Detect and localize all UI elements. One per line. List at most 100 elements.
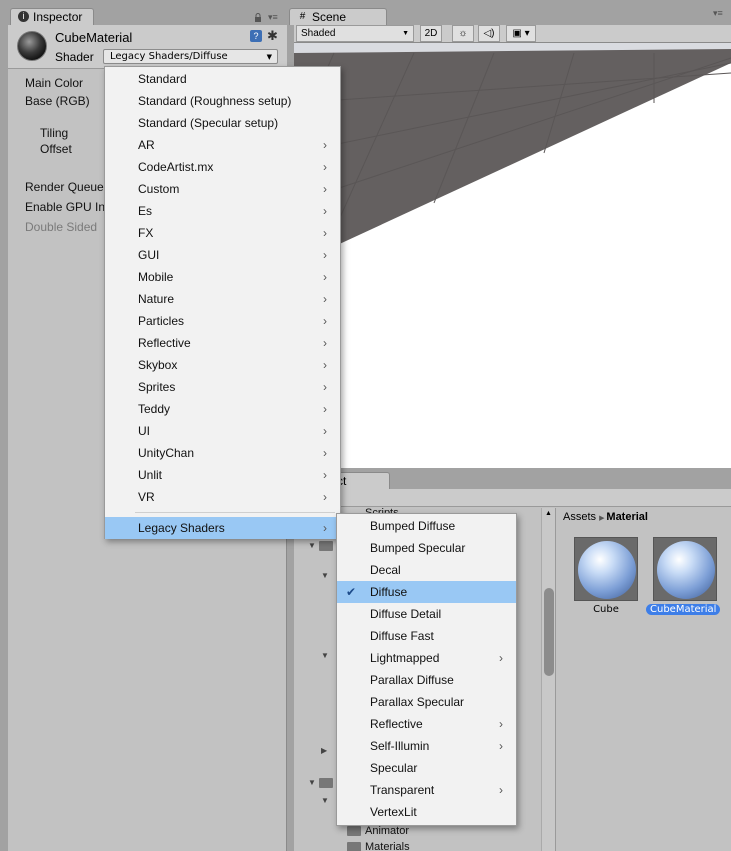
- material-sphere-preview: [578, 541, 636, 599]
- menu-item-custom[interactable]: Custom ›: [105, 178, 340, 200]
- grid-icon: #: [299, 11, 306, 22]
- submenu-item-label: Bumped Diffuse: [370, 519, 456, 533]
- menu-item-standard[interactable]: Standard: [105, 68, 340, 90]
- breadcrumb-assets[interactable]: Assets: [563, 511, 596, 523]
- expand-triangle-icon[interactable]: ▼: [321, 651, 329, 660]
- menu-item-codeartist-mx[interactable]: CodeArtist.mx ›: [105, 156, 340, 178]
- tree-item-materials[interactable]: Materials: [365, 841, 410, 851]
- menu-item-label: UI: [138, 424, 150, 438]
- material-sphere-preview: [657, 541, 715, 599]
- submenu-item-transparent[interactable]: Transparent ›: [337, 779, 516, 801]
- mode-2d-button[interactable]: 2D: [420, 25, 442, 42]
- tiling-label: Tiling: [40, 126, 69, 140]
- submenu-item-label: Parallax Specular: [370, 695, 465, 709]
- shading-mode-dropdown[interactable]: Shaded ▼: [296, 25, 414, 42]
- scrollbar-thumb[interactable]: [544, 588, 554, 676]
- menu-item-standard-roughness-setup[interactable]: Standard (Roughness setup): [105, 90, 340, 112]
- offset-label: Offset: [40, 142, 72, 156]
- tab-menu-icon[interactable]: ▾≡: [268, 12, 278, 23]
- chevron-right-icon: ›: [323, 314, 327, 328]
- menu-item-ui[interactable]: UI ›: [105, 420, 340, 442]
- menu-item-es[interactable]: Es ›: [105, 200, 340, 222]
- submenu-item-parallax-specular[interactable]: Parallax Specular: [337, 691, 516, 713]
- menu-item-sprites[interactable]: Sprites ›: [105, 376, 340, 398]
- tab-inspector-label: Inspector: [33, 10, 83, 24]
- expand-triangle-icon[interactable]: ▶: [321, 746, 327, 755]
- submenu-item-label: Reflective: [370, 717, 423, 731]
- submenu-item-diffuse-detail[interactable]: Diffuse Detail: [337, 603, 516, 625]
- chevron-right-icon: ›: [323, 270, 327, 284]
- expand-triangle-icon[interactable]: ▼: [308, 541, 316, 550]
- expand-triangle-icon[interactable]: ▼: [308, 778, 316, 787]
- info-icon: i: [18, 11, 29, 22]
- menu-item-unitychan[interactable]: UnityChan ›: [105, 442, 340, 464]
- submenu-item-label: VertexLit: [370, 805, 417, 819]
- menu-item-teddy[interactable]: Teddy ›: [105, 398, 340, 420]
- legacy-shaders-submenu: Bumped Diffuse Bumped Specular Decal ✔ Diffu…: [336, 513, 517, 826]
- project-tree-scrollbar[interactable]: ▲: [541, 508, 555, 851]
- expand-triangle-icon[interactable]: ▼: [321, 796, 329, 805]
- menu-item-skybox[interactable]: Skybox ›: [105, 354, 340, 376]
- submenu-item-label: Parallax Diffuse: [370, 673, 454, 687]
- effects-toggle-icon[interactable]: ▣ ▾: [506, 25, 536, 42]
- settings-gear-icon[interactable]: ✱: [267, 28, 278, 44]
- chevron-right-icon: ›: [499, 783, 503, 797]
- submenu-item-label: Specular: [370, 761, 418, 775]
- submenu-item-vertexlit[interactable]: VertexLit: [337, 801, 516, 823]
- submenu-item-label: Diffuse Fast: [370, 629, 434, 643]
- shader-label: Shader: [55, 50, 94, 64]
- submenu-item-self-illumin[interactable]: Self-Illumin ›: [337, 735, 516, 757]
- asset-thumbnail-cubematerial[interactable]: [653, 537, 717, 601]
- submenu-item-lightmapped[interactable]: Lightmapped ›: [337, 647, 516, 669]
- chevron-right-icon: ›: [323, 424, 327, 438]
- scene-viewport[interactable]: [294, 43, 731, 468]
- lock-icon[interactable]: [254, 11, 262, 22]
- chevron-right-icon: ›: [323, 446, 327, 460]
- submenu-item-diffuse[interactable]: ✔ Diffuse: [337, 581, 516, 603]
- menu-item-gui[interactable]: GUI ›: [105, 244, 340, 266]
- asset-thumbnail-cube[interactable]: [574, 537, 638, 601]
- asset-grid: Assets ▶ Material Cube CubeMaterial: [555, 508, 731, 851]
- submenu-item-reflective[interactable]: Reflective ›: [337, 713, 516, 735]
- submenu-item-bumped-specular[interactable]: Bumped Specular: [337, 537, 516, 559]
- scene-tab-menu-icon[interactable]: ▾≡: [713, 8, 723, 19]
- menu-item-label: Standard (Roughness setup): [138, 94, 292, 108]
- audio-toggle-icon[interactable]: ◁): [478, 25, 500, 42]
- menu-item-fx[interactable]: FX ›: [105, 222, 340, 244]
- shader-dropdown[interactable]: Legacy Shaders/Diffuse ▼: [103, 49, 278, 64]
- menu-item-unlit[interactable]: Unlit ›: [105, 464, 340, 486]
- menu-item-nature[interactable]: Nature ›: [105, 288, 340, 310]
- menu-item-standard-specular-setup[interactable]: Standard (Specular setup): [105, 112, 340, 134]
- render-queue-label: Render Queue: [25, 180, 104, 194]
- project-toolbar: [294, 489, 731, 507]
- menu-item-reflective[interactable]: Reflective ›: [105, 332, 340, 354]
- submenu-item-bumped-diffuse[interactable]: Bumped Diffuse: [337, 515, 516, 537]
- menu-item-vr[interactable]: VR ›: [105, 486, 340, 508]
- breadcrumb-material[interactable]: Material: [606, 511, 648, 523]
- tree-item-animator[interactable]: Animator: [365, 825, 409, 837]
- expand-triangle-icon[interactable]: ▼: [321, 571, 329, 580]
- menu-item-particles[interactable]: Particles ›: [105, 310, 340, 332]
- menu-item-label: CodeArtist.mx: [138, 160, 214, 174]
- menu-item-label: FX: [138, 226, 154, 240]
- tab-scene[interactable]: # Scene: [289, 8, 387, 25]
- submenu-item-label: Decal: [370, 563, 401, 577]
- submenu-item-diffuse-fast[interactable]: Diffuse Fast: [337, 625, 516, 647]
- lighting-toggle-icon[interactable]: ☼: [452, 25, 474, 42]
- menu-item-mobile[interactable]: Mobile ›: [105, 266, 340, 288]
- menu-item-ar[interactable]: AR ›: [105, 134, 340, 156]
- menu-item-legacy-shaders[interactable]: Legacy Shaders ›: [105, 517, 340, 539]
- menu-item-label: Standard: [138, 72, 187, 86]
- menu-item-label: Unlit: [138, 468, 163, 482]
- submenu-item-specular[interactable]: Specular: [337, 757, 516, 779]
- chevron-right-icon: ›: [323, 160, 327, 174]
- asset-label-cube[interactable]: Cube: [580, 604, 632, 615]
- submenu-item-parallax-diffuse[interactable]: Parallax Diffuse: [337, 669, 516, 691]
- camera-gizmo-icon[interactable]: [510, 167, 540, 185]
- help-icon[interactable]: ?: [250, 30, 262, 42]
- menu-item-label: GUI: [138, 248, 160, 262]
- tab-inspector[interactable]: i Inspector: [10, 8, 94, 25]
- scroll-up-arrow-icon[interactable]: ▲: [545, 510, 552, 517]
- asset-label-cubematerial[interactable]: CubeMaterial: [646, 604, 721, 615]
- submenu-item-decal[interactable]: Decal: [337, 559, 516, 581]
